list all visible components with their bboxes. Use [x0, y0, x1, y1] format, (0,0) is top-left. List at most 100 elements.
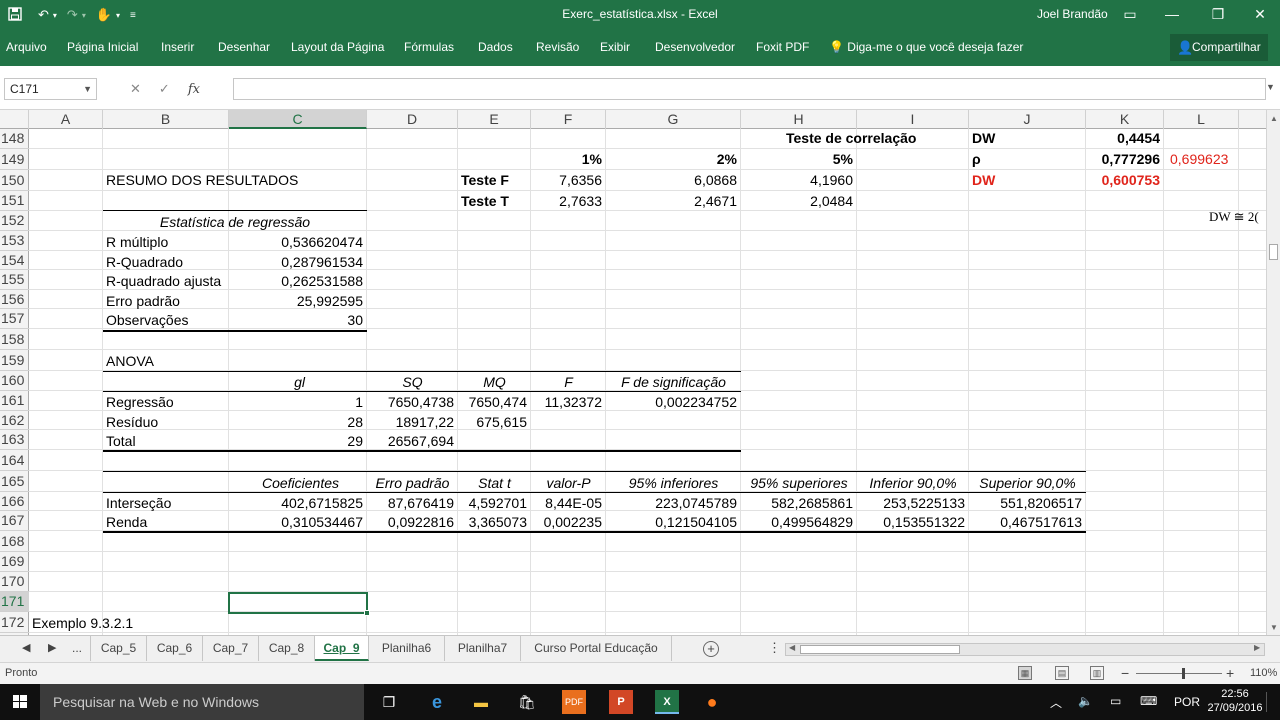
cell-c155[interactable]: 0,262531588 [229, 272, 363, 290]
row-header-169[interactable]: 169 [0, 552, 29, 572]
cell-k148[interactable]: 0,4454 [1086, 129, 1160, 147]
tab-foxit-pdf[interactable]: Foxit PDF [756, 40, 809, 54]
page-break-preview-icon[interactable]: ▥ [1090, 666, 1104, 680]
row-header-151[interactable]: 151 [0, 191, 29, 211]
cell-e161[interactable]: 7650,474 [458, 393, 527, 411]
cell-e166[interactable]: 4,592701 [458, 494, 527, 512]
cell-c160[interactable]: gl [229, 373, 305, 391]
cell-d163[interactable]: 26567,694 [367, 432, 454, 450]
select-all-corner[interactable] [0, 110, 29, 129]
cell-g151[interactable]: 2,4671 [606, 192, 737, 210]
show-hidden-icons-icon[interactable]: ︿ [1050, 694, 1062, 711]
cell-d165[interactable]: Erro padrão [367, 474, 458, 492]
formula-input[interactable] [233, 78, 1266, 100]
cell-a172[interactable]: Exemplo 9.3.2.1 [32, 614, 133, 632]
tell-me-box[interactable]: 💡 Diga-me o que você deseja fazer [829, 40, 1023, 54]
language-indicator[interactable]: POR [1174, 695, 1200, 709]
cell-f150[interactable]: 7,6356 [531, 171, 602, 189]
cell-f149[interactable]: 1% [531, 150, 602, 168]
row-header-155[interactable]: 155 [0, 270, 29, 290]
cell-b157[interactable]: Observações [106, 311, 188, 329]
cell-i165[interactable]: Inferior 90,0% [857, 474, 969, 492]
row-header-171[interactable]: 171 [0, 592, 29, 612]
sheet-tab-cap-8[interactable]: Cap_8 [259, 636, 315, 661]
cell-f165[interactable]: valor-P [531, 474, 606, 492]
cell-c154[interactable]: 0,287961534 [229, 253, 363, 271]
cancel-icon[interactable]: ✕ [130, 81, 141, 97]
cell-b159[interactable]: ANOVA [106, 352, 154, 370]
sheet-tab-cap-5[interactable]: Cap_5 [91, 636, 147, 661]
keyboard-icon[interactable]: ⌨ [1140, 694, 1157, 708]
tab-layout-pagina[interactable]: Layout da Página [291, 40, 384, 54]
tab-formulas[interactable]: Fórmulas [404, 40, 454, 54]
sheet-tab-cap-9[interactable]: Cap_9 [315, 636, 369, 661]
cell-f166[interactable]: 8,44E-05 [531, 494, 602, 512]
row-header-148[interactable]: 148 [0, 129, 29, 149]
cell-e162[interactable]: 675,615 [458, 413, 527, 431]
tab-desenhar[interactable]: Desenhar [218, 40, 270, 54]
sheet-tab-planilha6[interactable]: Planilha6 [369, 636, 445, 661]
vertical-scroll-thumb[interactable] [1269, 244, 1278, 260]
cell-j149[interactable]: ρ [972, 150, 981, 168]
cell-area[interactable]: Teste de correlação DW 0,4454 1% 2% 5% ρ… [29, 129, 1266, 635]
tab-desenvolvedor[interactable]: Desenvolvedor [655, 40, 735, 54]
cell-e165[interactable]: Stat t [458, 474, 531, 492]
column-header-f[interactable]: F [531, 110, 606, 129]
taskbar-search[interactable]: Pesquisar na Web e no Windows [40, 684, 364, 720]
cell-c166[interactable]: 402,6715825 [229, 494, 363, 512]
row-header-163[interactable]: 163 [0, 430, 29, 450]
fill-handle[interactable] [364, 610, 370, 616]
zoom-out-icon[interactable]: − [1121, 666, 1129, 680]
firefox-icon[interactable]: ● [700, 690, 724, 714]
cell-c167[interactable]: 0,310534467 [229, 513, 363, 531]
column-header-l[interactable]: L [1164, 110, 1239, 129]
cell-g167[interactable]: 0,121504105 [606, 513, 737, 531]
tab-dados[interactable]: Dados [478, 40, 513, 54]
cell-b166[interactable]: Interseção [106, 494, 171, 512]
cell-i167[interactable]: 0,153551322 [857, 513, 965, 531]
column-header-c[interactable]: C [229, 110, 367, 129]
scroll-right-icon[interactable]: ▶ [1254, 643, 1260, 652]
cell-h151[interactable]: 2,0484 [741, 192, 853, 210]
row-header-164[interactable]: 164 [0, 450, 29, 471]
user-name[interactable]: Joel Brandão [1037, 7, 1108, 21]
cell-c157[interactable]: 30 [229, 311, 363, 329]
column-header-e[interactable]: E [458, 110, 531, 129]
powerpoint-icon[interactable]: P [609, 690, 633, 714]
row-header-160[interactable]: 160 [0, 371, 29, 391]
cell-d160[interactable]: SQ [367, 373, 458, 391]
cell-b155[interactable]: R-quadrado ajusta [106, 272, 230, 290]
cell-g165[interactable]: 95% inferiores [606, 474, 741, 492]
dw-formula-object[interactable]: DW ≅ 2( [1209, 209, 1259, 225]
row-header-170[interactable]: 170 [0, 572, 29, 592]
row-header-157[interactable]: 157 [0, 309, 29, 329]
row-header-158[interactable]: 158 [0, 329, 29, 350]
zoom-level[interactable]: 110% [1250, 667, 1277, 679]
normal-view-icon[interactable]: ▦ [1018, 666, 1032, 680]
sheet-tab-cap-6[interactable]: Cap_6 [147, 636, 203, 661]
cell-h150[interactable]: 4,1960 [741, 171, 853, 189]
task-view-icon[interactable]: ❐ [377, 690, 401, 714]
sheet-tab-cap-7[interactable]: Cap_7 [203, 636, 259, 661]
column-header-b[interactable]: B [103, 110, 229, 129]
foxit-pdf-icon[interactable]: PDF [562, 690, 586, 714]
restore-icon[interactable]: ❐ [1206, 4, 1230, 24]
row-header-162[interactable]: 162 [0, 411, 29, 430]
row-header-150[interactable]: 150 [0, 170, 29, 191]
page-layout-view-icon[interactable]: ▤ [1055, 666, 1069, 680]
close-icon[interactable]: ✕ [1248, 4, 1272, 24]
cell-d166[interactable]: 87,676419 [367, 494, 454, 512]
row-header-168[interactable]: 168 [0, 531, 29, 552]
cell-h165[interactable]: 95% superiores [741, 474, 857, 492]
cell-b163[interactable]: Total [106, 432, 136, 450]
row-header-165[interactable]: 165 [0, 471, 29, 492]
cell-b156[interactable]: Erro padrão [106, 292, 180, 310]
cell-f167[interactable]: 0,002235 [531, 513, 602, 531]
cell-l149[interactable]: 0,699623 [1170, 150, 1228, 168]
cell-c161[interactable]: 1 [229, 393, 363, 411]
add-sheet-button[interactable]: + [703, 641, 719, 657]
cell-b161[interactable]: Regressão [106, 393, 174, 411]
scroll-down-icon[interactable]: ▼ [1267, 621, 1280, 635]
excel-taskbar-icon[interactable]: X [655, 690, 679, 714]
cell-f161[interactable]: 11,32372 [531, 393, 602, 411]
